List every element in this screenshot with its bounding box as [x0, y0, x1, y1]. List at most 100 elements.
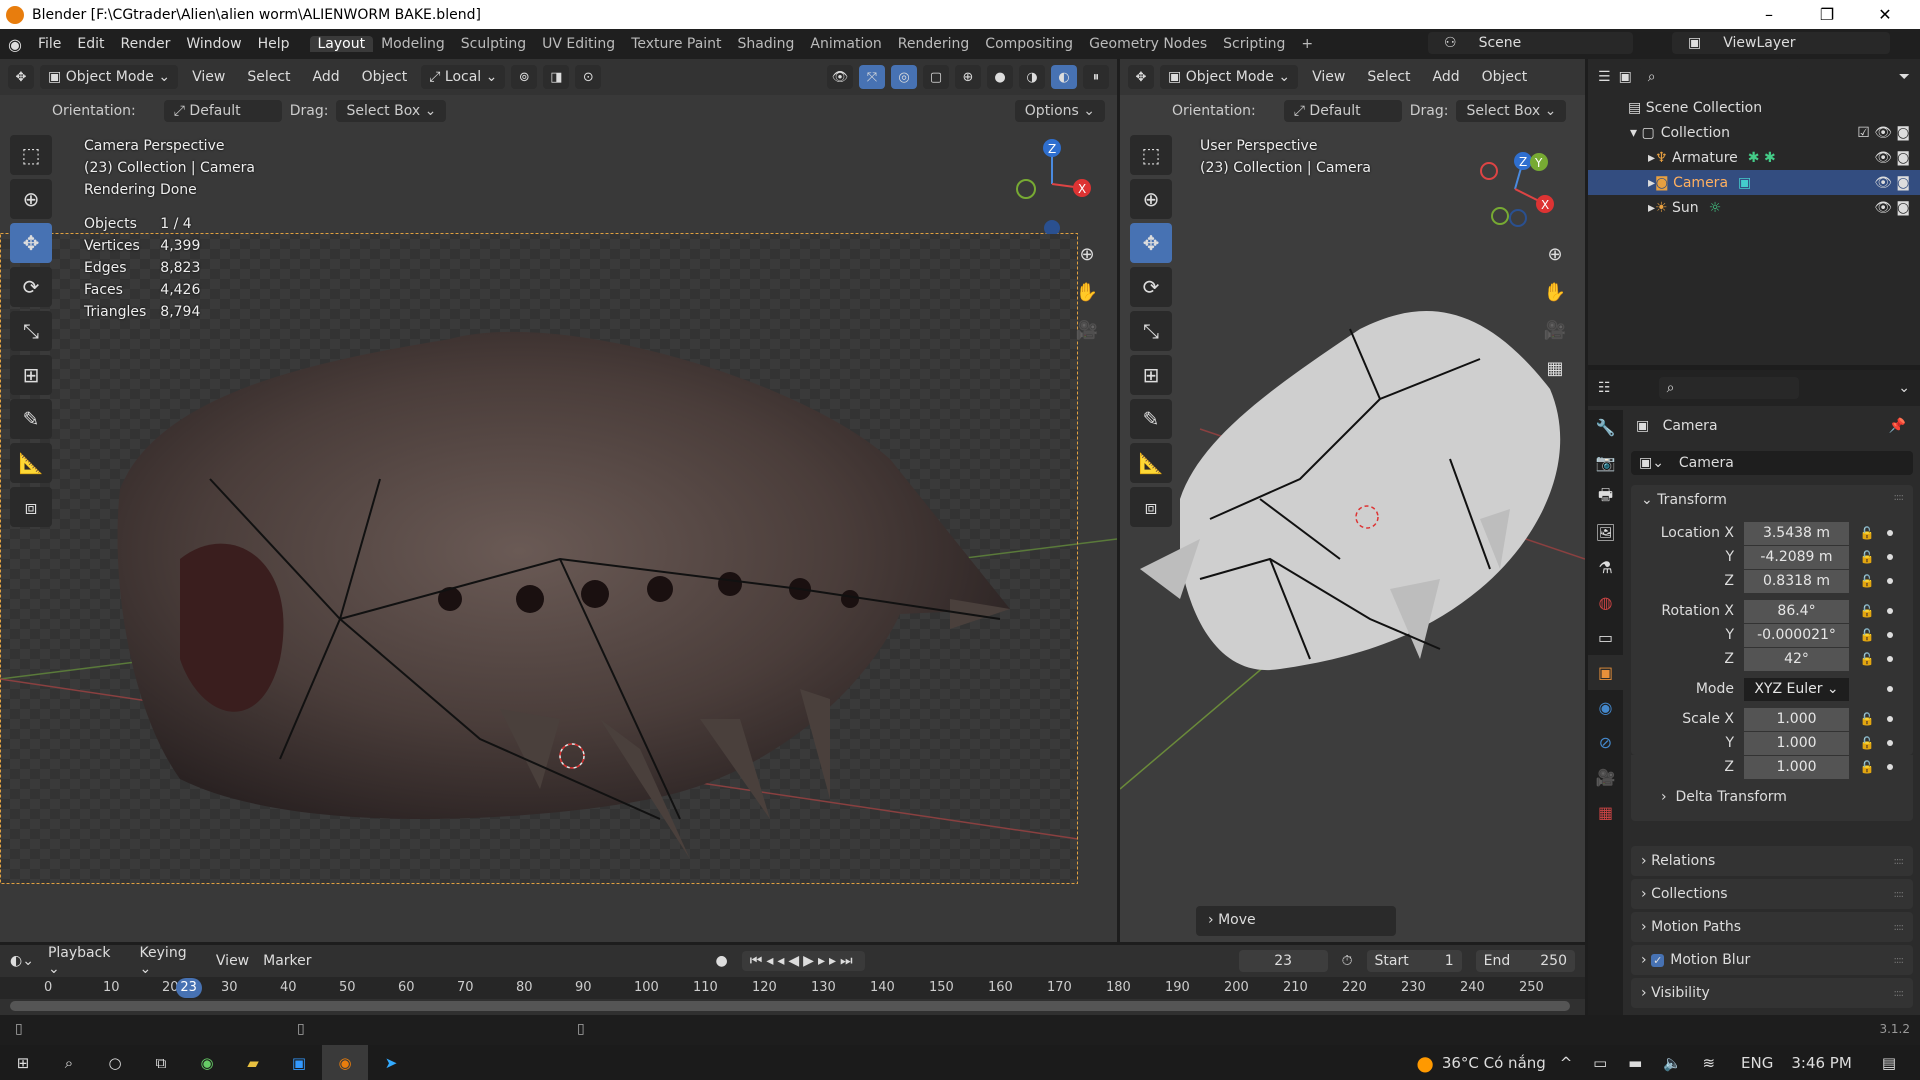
drag-dropdown[interactable]: Select Box ⌄	[336, 99, 447, 122]
tab-geometry-nodes[interactable]: Geometry Nodes	[1081, 36, 1215, 52]
orientation-dropdown[interactable]: ⤢ Default	[1283, 99, 1402, 122]
orientation-dropdown[interactable]: ⤢ Default	[163, 99, 282, 122]
menu-view[interactable]: View	[184, 65, 233, 89]
scale-x-field[interactable]: 1.000	[1744, 707, 1849, 731]
blender-menu-icon[interactable]: ◉	[0, 35, 30, 54]
lock-icon[interactable]: 🔓	[1855, 574, 1879, 588]
lock-icon[interactable]: 🔓	[1855, 604, 1879, 618]
weather-text[interactable]: 36°C Có nắng	[1442, 1054, 1546, 1072]
rotate-tool-icon[interactable]: ⟳	[10, 267, 52, 307]
tray-icons[interactable]: ^ ▭ ▬ 🔈 ≋	[1560, 1054, 1723, 1072]
search-icon[interactable]: ⌕	[46, 1045, 92, 1080]
camera-data-tab-icon[interactable]: 🎥	[1588, 760, 1623, 795]
playback-menu[interactable]: Playback ⌄	[48, 945, 126, 977]
collections-panel[interactable]: › Collections::::	[1631, 879, 1913, 909]
cortana-icon[interactable]: ○	[92, 1045, 138, 1080]
outliner-scene-collection[interactable]: ▤ Scene Collection	[1588, 95, 1920, 120]
move-tool-icon[interactable]: ✥	[10, 223, 52, 263]
options-dropdown[interactable]: Options ⌄	[1014, 99, 1105, 122]
camera-viewport[interactable]: ✥ ▣ Object Mode ⌄ View Select Add Object…	[0, 59, 1117, 942]
texture-tab-icon[interactable]: ▦	[1588, 795, 1623, 830]
object-tab-icon[interactable]: ▣	[1588, 655, 1623, 690]
collection-tab-icon[interactable]: ▭	[1588, 620, 1623, 655]
lock-icon[interactable]: 🔓	[1855, 760, 1879, 774]
annotate-tool-icon[interactable]: ✎	[1130, 399, 1172, 439]
outliner-item-armature[interactable]: ▸ ♆ Armature ✱ ✱ 👁 ◙	[1588, 145, 1920, 170]
keyframe-dot[interactable]	[1887, 554, 1893, 560]
visibility-panel[interactable]: › Visibility::::	[1631, 978, 1913, 1008]
location-y-field[interactable]: -4.2089 m	[1744, 545, 1849, 569]
visibility-icon[interactable]: 👁	[827, 65, 853, 89]
keyframe-dot[interactable]	[1887, 632, 1893, 638]
tab-rendering[interactable]: Rendering	[890, 36, 978, 52]
pan-view-icon[interactable]: ✋	[1072, 277, 1102, 307]
lock-icon[interactable]: 🔓	[1855, 550, 1879, 564]
mode-selector[interactable]: ▣ Object Mode ⌄	[40, 65, 179, 89]
outliner-search-input[interactable]: ⌕	[1639, 66, 1800, 88]
wireframe-shading-icon[interactable]: ⊕	[955, 65, 981, 89]
properties-search-input[interactable]: ⌕	[1658, 377, 1799, 399]
render-tab-icon[interactable]: 📷	[1588, 445, 1623, 480]
proportional-edit-icon[interactable]: ⊙	[575, 65, 602, 89]
user-perspective-viewport[interactable]: ✥ ▣ Object Mode ⌄ View Select Add Object…	[1120, 59, 1585, 942]
motion-blur-checkbox[interactable]: ✓	[1651, 953, 1665, 967]
minimize-button[interactable]: –	[1740, 0, 1798, 29]
notifications-icon[interactable]: ▤	[1882, 1054, 1896, 1072]
delta-transform-subpanel[interactable]: › Delta Transform	[1661, 789, 1787, 805]
keyframe-dot[interactable]	[1887, 578, 1893, 584]
keying-menu[interactable]: Keying ⌄	[140, 945, 202, 977]
tab-uv-editing[interactable]: UV Editing	[534, 36, 623, 52]
keyframe-dot[interactable]	[1887, 764, 1893, 770]
menu-object[interactable]: Object	[1474, 65, 1536, 89]
editor-type-icon[interactable]: ✥	[1128, 65, 1154, 89]
keyframe-dot[interactable]	[1887, 716, 1893, 722]
lock-icon[interactable]: 🔓	[1855, 526, 1879, 540]
tab-sculpting[interactable]: Sculpting	[453, 36, 534, 52]
pause-render-icon[interactable]: ⏸	[1083, 65, 1109, 89]
options-chevron-icon[interactable]: ⌄	[1898, 380, 1910, 396]
select-box-tool-icon[interactable]: ⬚	[1130, 135, 1172, 175]
motion-paths-panel[interactable]: › Motion Paths::::	[1631, 912, 1913, 942]
browser-app-icon[interactable]: ◉	[184, 1045, 230, 1080]
rotation-x-field[interactable]: 86.4°	[1744, 599, 1849, 623]
menu-edit[interactable]: Edit	[69, 36, 112, 52]
marker-menu[interactable]: Marker	[263, 953, 311, 969]
tab-scripting[interactable]: Scripting	[1215, 36, 1293, 52]
outliner-collection[interactable]: ▾ ▢ Collection ☑ 👁 ◙	[1588, 120, 1920, 145]
transform-panel-header[interactable]: ⌄ Transform::::	[1631, 485, 1913, 515]
navigation-gizmo[interactable]: Z X	[1000, 134, 1100, 234]
maximize-button[interactable]: ❐	[1798, 0, 1856, 29]
menu-view[interactable]: View	[1304, 65, 1353, 89]
add-cube-tool-icon[interactable]: ⧈	[10, 487, 52, 527]
transform-orientation-selector[interactable]: ⤢ Local ⌄	[421, 65, 506, 89]
measure-tool-icon[interactable]: 📐	[10, 443, 52, 483]
outliner-item-camera[interactable]: ▸ ◙ Camera ▣ 👁 ◙	[1588, 170, 1920, 195]
scene-tab-icon[interactable]: ⚗	[1588, 550, 1623, 585]
scale-tool-icon[interactable]: ⤡	[1130, 311, 1172, 351]
menu-window[interactable]: Window	[178, 36, 249, 52]
filter-view-icon[interactable]: ▣	[1619, 69, 1632, 85]
motion-blur-panel[interactable]: › ✓ Motion Blur::::	[1631, 945, 1913, 975]
add-cube-tool-icon[interactable]: ⧈	[1130, 487, 1172, 527]
lock-icon[interactable]: 🔓	[1855, 652, 1879, 666]
menu-object[interactable]: Object	[354, 65, 416, 89]
keyframe-dot[interactable]	[1887, 740, 1893, 746]
current-frame-field[interactable]: 23	[1238, 950, 1328, 972]
camera-view-icon[interactable]: 🎥	[1072, 315, 1102, 345]
start-button-icon[interactable]: ⊞	[0, 1045, 46, 1080]
tab-compositing[interactable]: Compositing	[977, 36, 1081, 52]
scale-z-field[interactable]: 1.000	[1744, 755, 1849, 779]
drag-dropdown[interactable]: Select Box ⌄	[1456, 99, 1567, 122]
lock-icon[interactable]: 🔓	[1855, 712, 1879, 726]
cursor-tool-icon[interactable]: ⊕	[10, 179, 52, 219]
tab-modeling[interactable]: Modeling	[373, 36, 453, 52]
gizmo-toggle-icon[interactable]: ⤧	[859, 65, 885, 89]
editor-type-icon[interactable]: ✥	[8, 65, 34, 89]
filter-icon[interactable]: ⏷	[1899, 69, 1910, 85]
pin-icon[interactable]: 📌	[1889, 418, 1906, 434]
outliner-item-sun[interactable]: ▸ ☀ Sun ☼ 👁 ◙	[1588, 195, 1920, 220]
material-shading-icon[interactable]: ◑	[1019, 65, 1045, 89]
move-tool-icon[interactable]: ✥	[1130, 223, 1172, 263]
snap-icon[interactable]: ◨	[543, 65, 570, 89]
playback-controls[interactable]: ⏮◂◂◀▶▸▸⏭	[741, 951, 865, 971]
